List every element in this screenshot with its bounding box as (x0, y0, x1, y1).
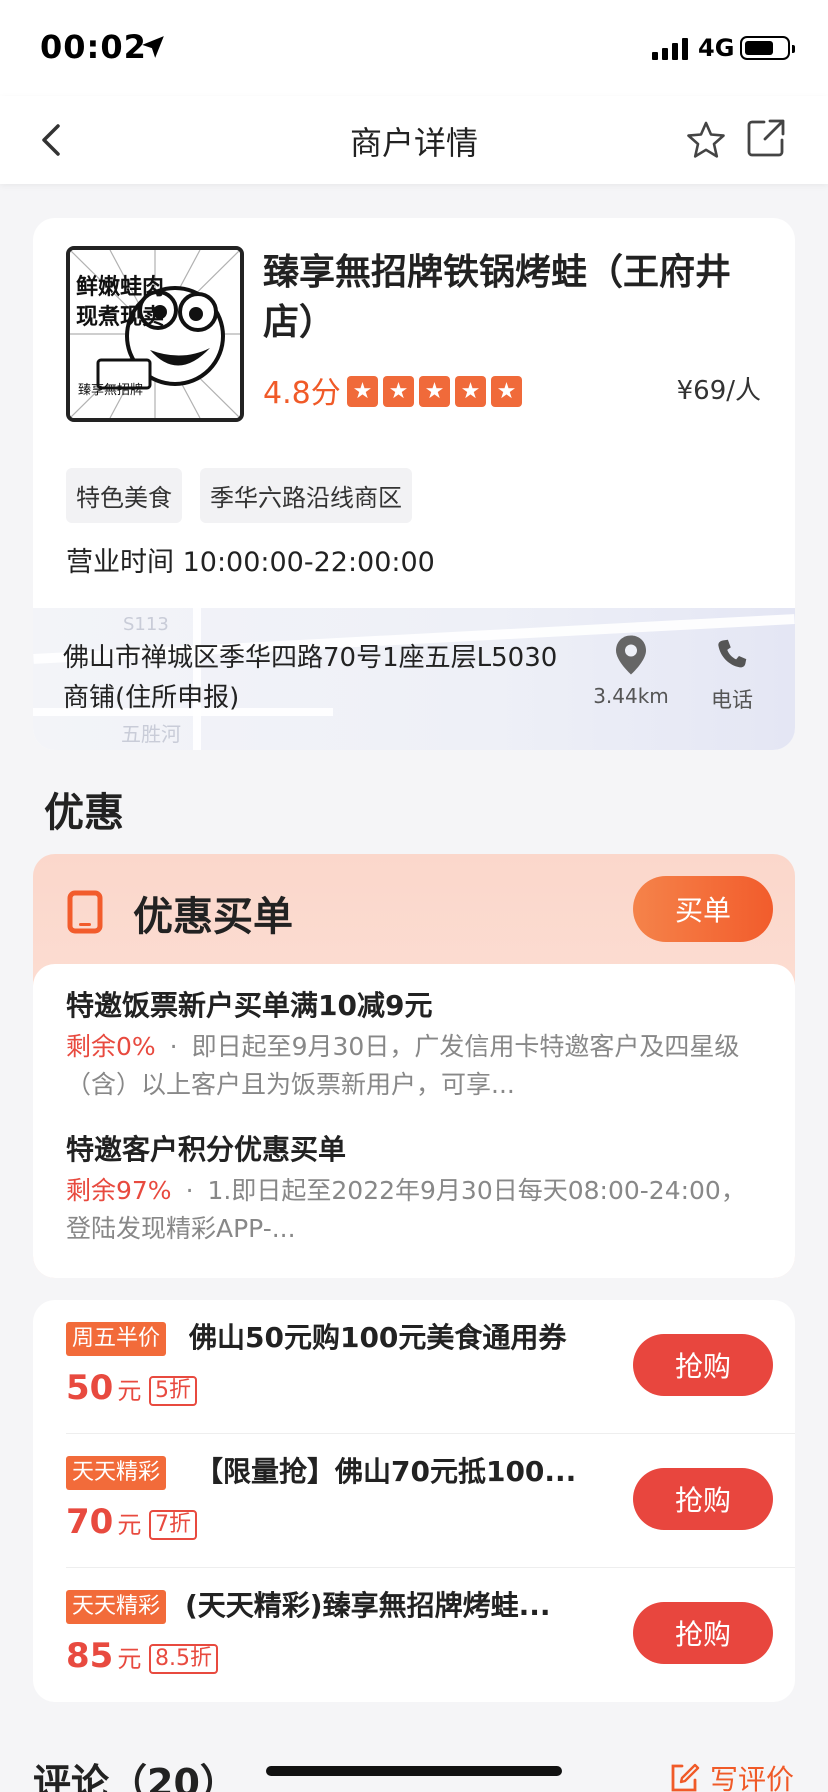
deal-name: 【限量抢】佛山70元抵100... (195, 1455, 577, 1488)
promo-pay-card: 优惠买单 买单 特邀饭票新户买单满10减9元 剩余0% · 即日起至9月30日，广发… (33, 854, 795, 1278)
offer-separator: · (169, 1032, 178, 1061)
deal-name: (天天精彩)臻享無招牌烤蛙... (185, 1589, 551, 1622)
shop-score: 4.8分 (263, 376, 341, 411)
star-icon: ★ (491, 376, 522, 407)
business-hours: 营业时间 10:00:00-22:00:00 (66, 547, 435, 578)
deal-item[interactable]: 天天精彩 【限量抢】佛山70元抵100... 70 元 7折 抢购 (33, 1434, 795, 1568)
star-outline-icon[interactable] (684, 118, 728, 162)
deal-item[interactable]: 天天精彩 (天天精彩)臻享無招牌烤蛙... 85 元 8.5折 抢购 (33, 1568, 795, 1702)
offer-item[interactable]: 特邀客户积分优惠买单 剩余97% · 1.即日起至2022年9月30日每天08:00… (66, 1130, 766, 1248)
deal-badge: 周五半价 (66, 1322, 167, 1356)
deals-card: 周五半价 佛山50元购100元美食通用券 50 元 5折 抢购 天天精彩 【限量抢… (33, 1300, 795, 1702)
offer-desc: 剩余0% · 即日起至9月30日，广发信用卡特邀客户及四星级（含）以上客户且为饭票新… (66, 1028, 766, 1104)
home-indicator[interactable] (266, 1766, 562, 1776)
write-review-label: 写评价 (709, 1763, 794, 1792)
pay-bill-button[interactable]: 买单 (633, 876, 773, 942)
shop-logo[interactable]: 鲜嫩蛙肉 现煮现卖 臻享無招牌 (66, 246, 244, 422)
navigate-button[interactable]: 3.44km (591, 634, 671, 708)
star-icon: ★ (383, 376, 414, 407)
deal-discount: 7折 (149, 1510, 197, 1540)
deal-name: 佛山50元购100元美食通用券 (189, 1321, 567, 1354)
deal-price-value: 50 (66, 1368, 114, 1408)
distance-label: 3.44km (593, 684, 669, 708)
reviews-title: 评论（20） (33, 1761, 238, 1792)
battery-icon (740, 36, 795, 60)
star-icon: ★ (419, 376, 450, 407)
offer-detail: 即日起至9月30日，广发信用卡特邀客户及四星级（含）以上客户且为饭票新用户，可享… (66, 1032, 740, 1099)
deal-price-unit: 元 (117, 1645, 142, 1673)
promo-title: 优惠买单 (133, 894, 293, 940)
deal-item[interactable]: 周五半价 佛山50元购100元美食通用券 50 元 5折 抢购 (33, 1300, 795, 1434)
offer-title: 特邀客户积分优惠买单 (66, 1133, 347, 1166)
shop-logo-image: 鲜嫩蛙肉 现煮现卖 臻享無招牌 (70, 250, 240, 418)
deal-price: 70 元 (66, 1502, 141, 1542)
logo-text-1: 鲜嫩蛙肉 (76, 274, 164, 300)
map-label: 五胜河 (121, 722, 181, 746)
status-bar: 00:02 4G (0, 0, 828, 96)
buy-button[interactable]: 抢购 (633, 1468, 773, 1530)
buy-button[interactable]: 抢购 (633, 1334, 773, 1396)
signal-icon (652, 36, 688, 60)
promo-offer-list: 特邀饭票新户买单满10减9元 剩余0% · 即日起至9月30日，广发信用卡特邀客户及… (33, 964, 795, 1278)
shop-tag[interactable]: 季华六路沿线商区 (200, 468, 412, 523)
price-per-person: ¥69/人 (676, 376, 761, 406)
deal-price-unit: 元 (117, 1511, 142, 1539)
write-review-button[interactable]: 写评价 (668, 1758, 794, 1792)
call-button[interactable]: 电话 (699, 634, 765, 714)
location-arrow-icon (142, 36, 164, 58)
shop-tags: 特色美食 季华六路沿线商区 (66, 468, 412, 523)
logo-text-3: 臻享無招牌 (78, 382, 143, 398)
logo-text-2: 现煮现卖 (76, 304, 164, 330)
deal-discount: 8.5折 (149, 1644, 218, 1674)
share-icon[interactable] (744, 116, 788, 160)
shop-name: 臻享無招牌铁锅烤蛙（王府井店） (263, 252, 732, 343)
deal-badge: 天天精彩 (66, 1590, 167, 1624)
star-icon: ★ (347, 376, 378, 407)
deal-price-unit: 元 (117, 1377, 142, 1405)
offer-item[interactable]: 特邀饭票新户买单满10减9元 剩余0% · 即日起至9月30日，广发信用卡特邀客户及… (66, 986, 766, 1104)
offer-title: 特邀饭票新户买单满10减9元 (66, 989, 433, 1022)
map-background[interactable]: S113 五胜河 佛山市禅城区季华四路70号1座五层L5030商铺(住所申报) … (33, 608, 795, 750)
shop-tag[interactable]: 特色美食 (66, 468, 182, 523)
status-time: 00:02 (40, 28, 147, 66)
star-icon: ★ (455, 376, 486, 407)
offer-separator: · (185, 1176, 194, 1205)
offer-remain: 剩余97% (66, 1176, 172, 1205)
location-pin-icon (616, 635, 646, 675)
shop-address[interactable]: 佛山市禅城区季华四路70号1座五层L5030商铺(住所申报) (63, 638, 563, 718)
network-type: 4G (698, 34, 735, 62)
tablet-icon (67, 890, 103, 934)
nav-bar: 商户详情 (0, 96, 828, 184)
deal-discount: 5折 (149, 1376, 197, 1406)
phone-label: 电话 (711, 688, 753, 712)
deal-price-value: 85 (66, 1636, 114, 1676)
deal-price: 50 元 (66, 1368, 141, 1408)
deal-price: 85 元 (66, 1636, 141, 1676)
shop-info-card: 鲜嫩蛙肉 现煮现卖 臻享無招牌 臻享無招牌铁锅烤蛙（王府井店） 4.8分 ★ ★… (33, 218, 795, 750)
deal-price-value: 70 (66, 1502, 114, 1542)
rating-stars: ★ ★ ★ ★ ★ (347, 376, 522, 407)
section-title-discount: 优惠 (44, 790, 124, 836)
offer-remain: 剩余0% (66, 1032, 156, 1061)
phone-icon (718, 639, 747, 668)
map-label: S113 (123, 614, 169, 635)
offer-desc: 剩余97% · 1.即日起至2022年9月30日每天08:00-24:00，登陆发现… (66, 1172, 766, 1248)
buy-button[interactable]: 抢购 (633, 1602, 773, 1664)
deal-badge: 天天精彩 (66, 1456, 167, 1490)
edit-icon (671, 1763, 700, 1792)
